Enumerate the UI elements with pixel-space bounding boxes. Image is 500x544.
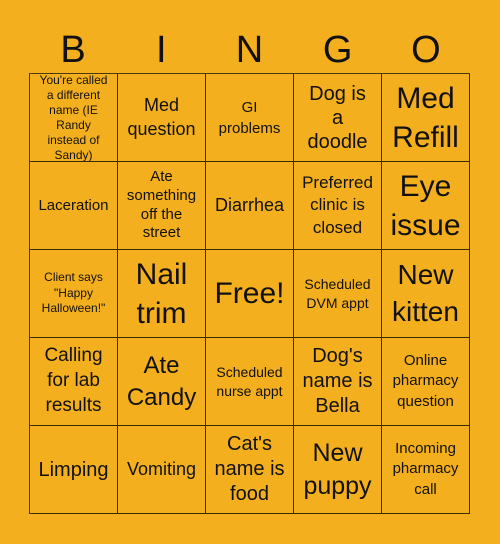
bingo-cell[interactable]: Vomiting xyxy=(118,426,206,514)
bingo-cell[interactable]: Dog's name is Bella xyxy=(294,338,382,426)
bingo-cell[interactable]: You're called a different name (IE Randy… xyxy=(30,74,118,162)
cell-label: Limping xyxy=(38,458,109,481)
bingo-cell[interactable]: Diarrhea xyxy=(206,162,294,250)
bingo-cell[interactable]: Ate something off the street xyxy=(118,162,206,250)
header-letter-n: N xyxy=(235,29,264,71)
cell-label: Med Refill xyxy=(392,81,459,154)
bingo-cell[interactable]: Eye issue xyxy=(382,162,470,250)
bingo-cell[interactable]: Med question xyxy=(118,74,206,162)
cell-label: Calling for lab results xyxy=(44,345,103,416)
bingo-cell[interactable]: Dog is a doodle xyxy=(294,74,382,162)
bingo-cell[interactable]: Scheduled DVM appt xyxy=(294,250,382,338)
cell-label: Ate Candy xyxy=(126,352,197,411)
bingo-cell[interactable]: Scheduled nurse appt xyxy=(206,338,294,426)
cell-label: Dog is a doodle xyxy=(307,82,368,153)
bingo-cell[interactable]: Cat's name is food xyxy=(206,426,294,514)
bingo-cell[interactable]: New puppy xyxy=(294,426,382,514)
bingo-cell[interactable]: Online pharmacy question xyxy=(382,338,470,426)
bingo-cell[interactable]: Client says "Happy Halloween!" xyxy=(30,250,118,338)
header-letter-i: I xyxy=(156,29,167,71)
bingo-cell[interactable]: New kitten xyxy=(382,250,470,338)
cell-label: New kitten xyxy=(392,259,459,327)
cell-label: Free! xyxy=(214,277,285,310)
bingo-cell[interactable]: Calling for lab results xyxy=(30,338,118,426)
cell-label: Scheduled DVM appt xyxy=(304,276,371,311)
cell-label: Dog's name is Bella xyxy=(302,345,373,417)
bingo-cell[interactable]: Laceration xyxy=(30,162,118,250)
bingo-cell[interactable]: Ate Candy xyxy=(118,338,206,426)
header-letter-g: G xyxy=(322,29,353,71)
free-space[interactable]: Free! xyxy=(206,250,294,338)
cell-label: GI problems xyxy=(218,98,281,137)
cell-label: Online pharmacy question xyxy=(392,352,459,410)
header-letter-o: O xyxy=(411,29,441,71)
bingo-cell[interactable]: Preferred clinic is closed xyxy=(294,162,382,250)
cell-label: Cat's name is food xyxy=(214,433,285,505)
bingo-cell[interactable]: Med Refill xyxy=(382,74,470,162)
cell-label: Ate something off the street xyxy=(126,168,197,242)
cell-label: Med question xyxy=(127,95,196,139)
header-letter-b: B xyxy=(60,29,86,71)
bingo-grid: You're called a different name (IE Randy… xyxy=(29,73,470,514)
bingo-cell[interactable]: Nail trim xyxy=(118,250,206,338)
cell-label: Client says "Happy Halloween!" xyxy=(41,270,106,316)
cell-label: Scheduled nurse appt xyxy=(216,363,283,399)
bingo-cell[interactable]: GI problems xyxy=(206,74,294,162)
cell-label: New puppy xyxy=(303,439,372,500)
cell-label: You're called a different name (IE Randy… xyxy=(39,74,108,162)
bingo-cell[interactable]: Limping xyxy=(30,426,118,514)
cell-label: Diarrhea xyxy=(214,194,285,215)
cell-label: Preferred clinic is closed xyxy=(302,173,373,237)
cell-label: Vomiting xyxy=(126,458,197,479)
cell-label: Nail trim xyxy=(135,257,188,330)
cell-label: Eye issue xyxy=(390,169,461,242)
bingo-header: B I N G O xyxy=(29,28,470,73)
cell-label: Laceration xyxy=(38,197,109,214)
cell-label: Incoming pharmacy call xyxy=(392,440,459,498)
bingo-cell[interactable]: Incoming pharmacy call xyxy=(382,426,470,514)
